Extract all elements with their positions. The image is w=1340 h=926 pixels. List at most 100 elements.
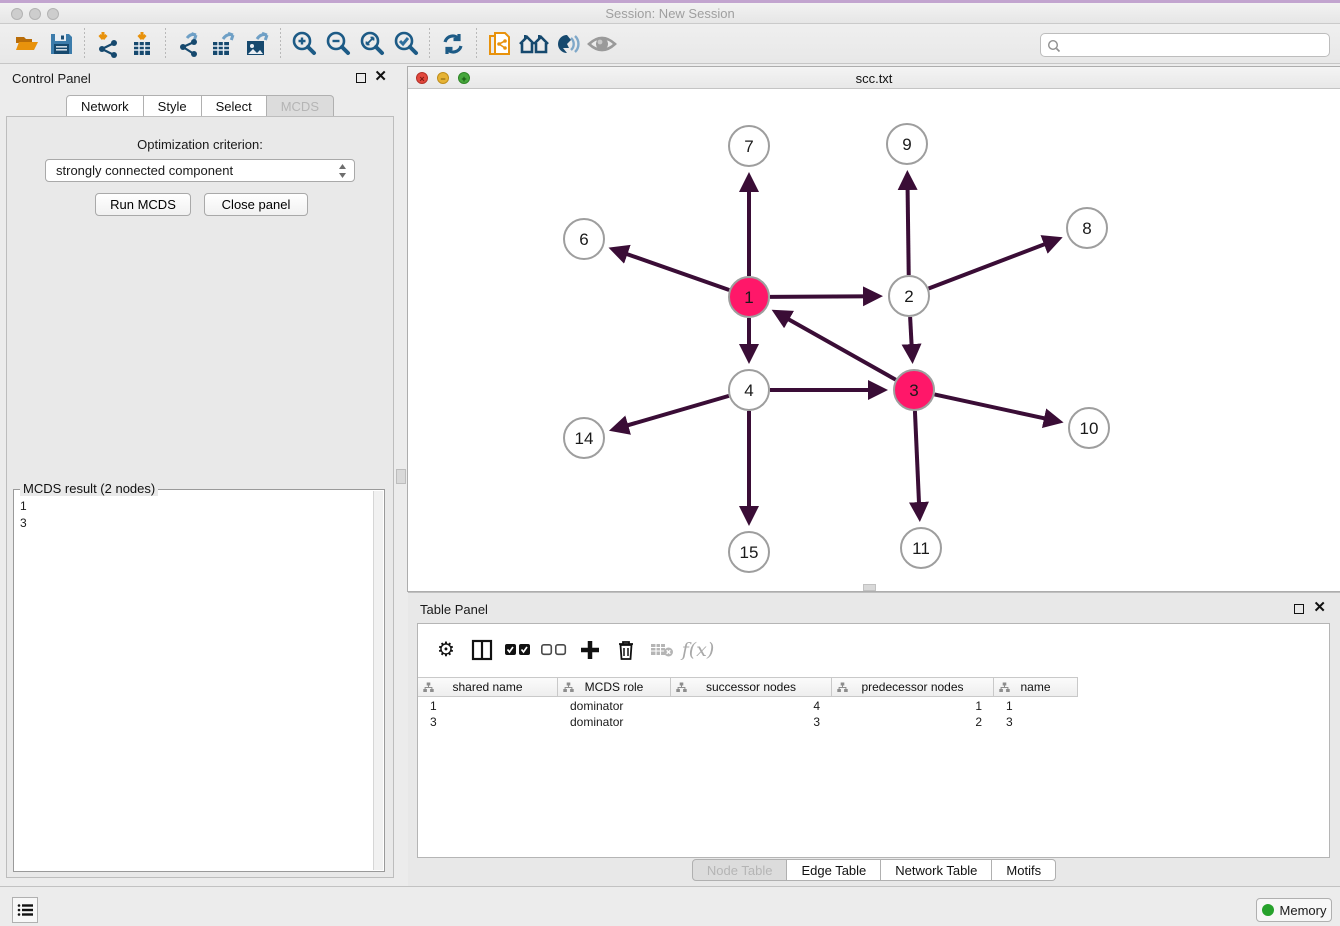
tab-mcds[interactable]: MCDS [267, 95, 334, 117]
graph-node-15[interactable]: 15 [729, 532, 769, 572]
graph-node-3[interactable]: 3 [894, 370, 934, 410]
unselect-all-icon[interactable] [536, 634, 572, 666]
table-cell[interactable]: dominator [558, 698, 671, 714]
delete-table-icon[interactable] [644, 634, 680, 666]
control-panel-header: Control Panel ✕ [0, 64, 400, 92]
horizontal-splitter-handle[interactable] [863, 584, 876, 591]
clone-network-icon[interactable] [483, 27, 517, 61]
float-panel-icon[interactable] [356, 73, 366, 83]
table-cell[interactable]: 1 [994, 698, 1078, 714]
edge-2-3[interactable] [910, 317, 912, 359]
network-graph[interactable]: 7 9 6 8 1 2 4 3 14 10 15 11 [408, 89, 1339, 591]
select-all-icon[interactable] [500, 634, 536, 666]
table-cell[interactable]: 2 [832, 714, 994, 730]
save-icon[interactable] [44, 27, 78, 61]
tab-select[interactable]: Select [202, 95, 267, 117]
edge-3-1[interactable] [776, 312, 896, 379]
tab-network-table[interactable]: Network Table [881, 859, 992, 881]
tab-motifs[interactable]: Motifs [992, 859, 1056, 881]
edge-2-9[interactable] [907, 175, 908, 275]
open-file-icon[interactable] [10, 27, 44, 61]
graph-node-14[interactable]: 14 [564, 418, 604, 458]
add-icon[interactable] [572, 634, 608, 666]
window-title: Session: New Session [0, 6, 1340, 21]
edge-2-8[interactable] [929, 239, 1058, 288]
graph-node-4[interactable]: 4 [729, 370, 769, 410]
svg-text:14: 14 [575, 429, 594, 448]
refresh-icon[interactable] [436, 27, 470, 61]
search-box [1040, 33, 1330, 57]
column-header-shared-name[interactable]: shared name [418, 678, 558, 696]
edge-1-2[interactable] [770, 296, 878, 297]
graph-node-10[interactable]: 10 [1069, 408, 1109, 448]
control-panel-title: Control Panel [12, 71, 91, 86]
function-icon[interactable]: f(x) [680, 634, 716, 666]
zoom-fit-icon[interactable] [355, 27, 389, 61]
column-header-successor-nodes[interactable]: successor nodes [671, 678, 832, 696]
graph-node-11[interactable]: 11 [901, 528, 941, 568]
edge-3-10[interactable] [935, 394, 1059, 421]
columns-icon[interactable] [464, 634, 500, 666]
zoom-in-icon[interactable] [287, 27, 321, 61]
edge-1-6[interactable] [613, 249, 729, 290]
column-header-name[interactable]: name [994, 678, 1078, 696]
zoom-out-icon[interactable] [321, 27, 355, 61]
float-table-panel-icon[interactable] [1294, 604, 1304, 614]
column-header-MCDS-role[interactable]: MCDS role [558, 678, 671, 696]
tab-style[interactable]: Style [144, 95, 202, 117]
table-cell[interactable]: 1 [832, 698, 994, 714]
close-table-panel-icon[interactable]: ✕ [1313, 598, 1326, 618]
svg-text:11: 11 [912, 539, 930, 558]
graph-node-6[interactable]: 6 [564, 219, 604, 259]
graph-node-9[interactable]: 9 [887, 124, 927, 164]
close-panel-icon[interactable]: ✕ [374, 67, 387, 87]
edge-3-11[interactable] [915, 411, 920, 517]
toolbar-separator [429, 28, 430, 60]
mcds-result-box: MCDS result (2 nodes) 1 3 [13, 489, 385, 872]
sort-hierarchy-icon [999, 682, 1010, 693]
memory-button[interactable]: Memory [1256, 898, 1332, 922]
import-table-icon[interactable] [125, 27, 159, 61]
show-details-icon[interactable] [585, 27, 619, 61]
gear-icon[interactable]: ⚙ [428, 634, 464, 666]
table-cell[interactable]: 3 [418, 714, 558, 730]
table-row[interactable]: 1dominator411 [418, 698, 1329, 714]
network-canvas[interactable]: 7 9 6 8 1 2 4 3 14 10 15 11 [408, 89, 1339, 591]
criterion-dropdown[interactable]: strongly connected component [45, 159, 355, 182]
search-input[interactable] [1065, 35, 1325, 55]
tab-network[interactable]: Network [66, 95, 144, 117]
graph-node-1[interactable]: 1 [729, 277, 769, 317]
mcds-result-text[interactable]: 1 3 [14, 494, 366, 866]
column-header-predecessor-nodes[interactable]: predecessor nodes [832, 678, 994, 696]
table-cell[interactable]: 4 [671, 698, 832, 714]
network-window-title: scc.txt [408, 71, 1340, 86]
tab-edge-table[interactable]: Edge Table [787, 859, 881, 881]
table-cell[interactable]: 3 [671, 714, 832, 730]
table-row[interactable]: 3dominator323 [418, 714, 1329, 730]
table-cell[interactable]: 3 [994, 714, 1078, 730]
delete-icon[interactable] [608, 634, 644, 666]
zoom-selected-icon[interactable] [389, 27, 423, 61]
import-network-icon[interactable] [91, 27, 125, 61]
graph-node-8[interactable]: 8 [1067, 208, 1107, 248]
close-panel-button[interactable]: Close panel [204, 193, 308, 216]
export-image-icon[interactable] [240, 27, 274, 61]
memory-status-icon [1262, 904, 1274, 916]
home-icon[interactable] [517, 27, 551, 61]
export-table-icon[interactable] [206, 27, 240, 61]
optimization-criterion-label: Optimization criterion: [7, 137, 393, 152]
table-cell[interactable]: dominator [558, 714, 671, 730]
edge-4-14[interactable] [614, 396, 729, 429]
export-network-icon[interactable] [172, 27, 206, 61]
run-mcds-button[interactable]: Run MCDS [95, 193, 191, 216]
toolbar-separator [280, 28, 281, 60]
graph-node-2[interactable]: 2 [889, 276, 929, 316]
dropdown-stepper-icon [338, 163, 347, 179]
result-scrollbar[interactable] [373, 491, 383, 870]
table-cell[interactable]: 1 [418, 698, 558, 714]
graph-node-7[interactable]: 7 [729, 126, 769, 166]
vertical-splitter-handle[interactable] [396, 469, 406, 484]
hide-annotations-icon[interactable] [551, 27, 585, 61]
task-menu-button[interactable] [12, 897, 38, 923]
tab-node-table[interactable]: Node Table [692, 859, 788, 881]
